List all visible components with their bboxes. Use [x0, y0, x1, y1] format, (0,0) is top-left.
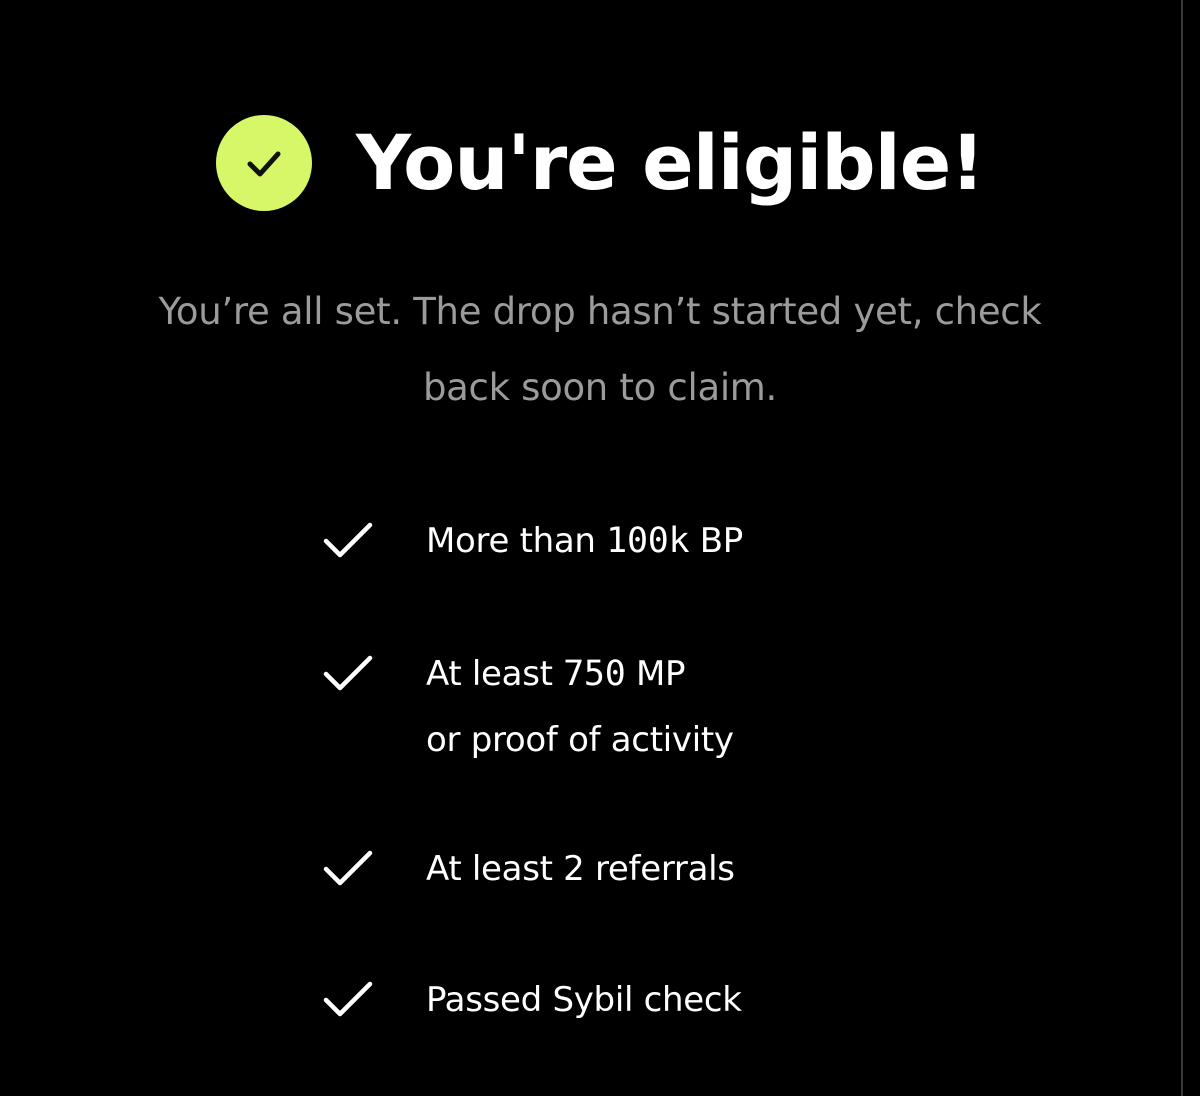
requirement-label: At least 2 referrals	[426, 849, 735, 889]
requirement-prefix: At least	[426, 654, 564, 694]
status-message: You’re all set. The drop hasn’t started …	[60, 274, 1140, 426]
requirement-suffix: MP	[625, 654, 686, 694]
requirement-prefix: More than	[426, 521, 607, 561]
eligibility-panel: You're eligible! You’re all set. The dro…	[0, 0, 1181, 1096]
checkmark-icon	[323, 981, 373, 1017]
checkmark-icon	[323, 522, 373, 558]
requirement-label: More than 100k BP	[426, 508, 906, 574]
requirement-value: 750	[563, 654, 626, 694]
status-message-line-1: You’re all set. The drop hasn’t started …	[158, 290, 1042, 333]
checkmark-icon	[323, 655, 373, 691]
requirement-line-2: or proof of activity	[426, 720, 734, 760]
requirement-label: Passed Sybil check	[426, 980, 742, 1020]
status-message-line-2: back soon to claim.	[422, 366, 778, 409]
requirement-value: 100k	[606, 521, 690, 561]
page-title: You're eligible!	[356, 118, 985, 207]
requirement-line-1: At least 750 MP	[426, 641, 906, 707]
check-circle-icon	[216, 115, 313, 211]
checkmark-icon	[323, 850, 373, 886]
requirement-suffix: BP	[689, 521, 744, 561]
window-margin	[1183, 0, 1200, 1096]
eligibility-header: You're eligible!	[0, 108, 1200, 218]
requirement-label: At least 750 MP or proof of activity	[426, 641, 906, 773]
